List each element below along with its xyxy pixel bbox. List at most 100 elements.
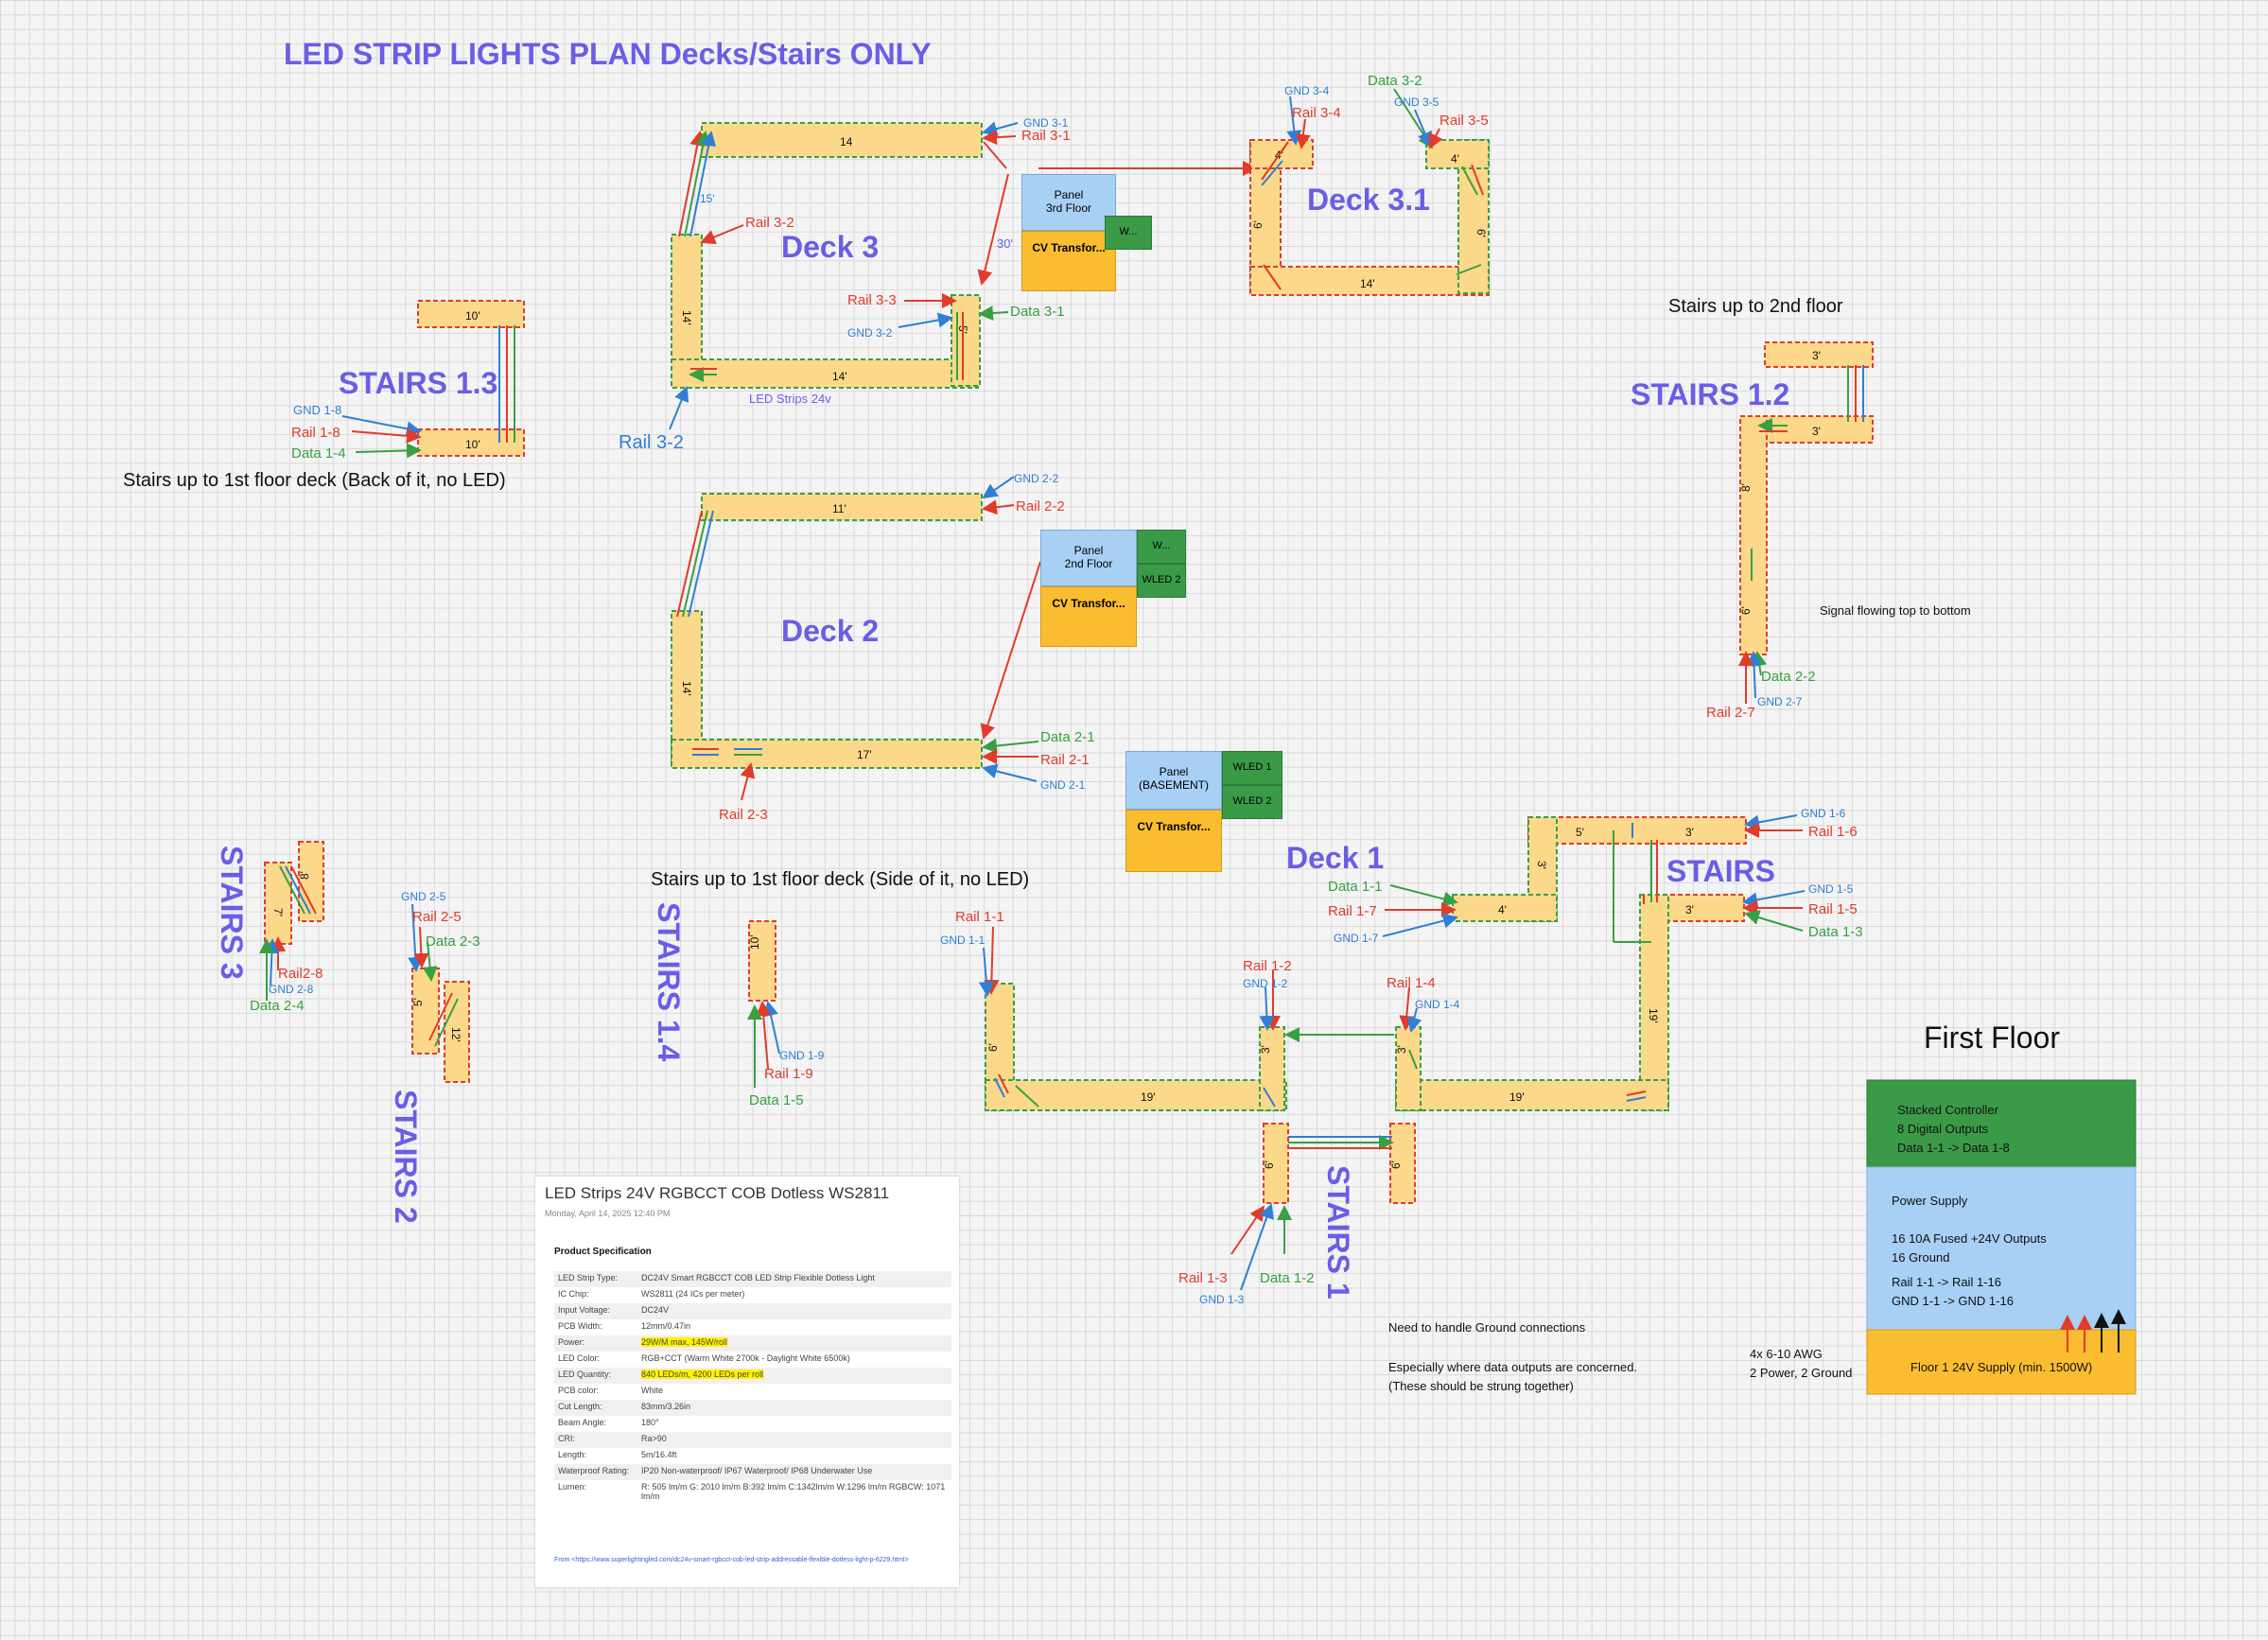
spec-value: 5m/16.4ft: [637, 1448, 951, 1464]
wire-label: Data 2-3: [426, 933, 480, 950]
spec-key: PCB Width:: [558, 1321, 602, 1331]
panel-name: Panel: [1073, 544, 1104, 557]
spec-heading: Product Specification: [554, 1247, 652, 1257]
strip-length-label: 12': [449, 1027, 462, 1042]
strip-length-label: 6': [1251, 220, 1265, 229]
wire-label: GND 1-7: [1334, 932, 1379, 945]
area-label-stairs-1-2: STAIRS 1.2: [1631, 377, 1789, 411]
spec-value-text: White: [641, 1386, 664, 1395]
spec-key: Input Voltage:: [554, 1303, 637, 1319]
spec-value-text: 5m/16.4ft: [641, 1450, 677, 1459]
strip-length-label: 10': [465, 438, 480, 451]
cv-transformer: CV Transfor...: [1040, 586, 1137, 647]
area-label-stairs-1: STAIRS 1: [1321, 1165, 1355, 1300]
strip-length-label: 10': [465, 309, 480, 323]
spec-source-link[interactable]: From <https://www.superlightingled.com/d…: [554, 1557, 933, 1563]
spec-row: Input Voltage: DC24V: [554, 1303, 951, 1319]
wire-label: Rail 2-2: [1016, 498, 1065, 515]
cv-transformer: CV Transfor...: [1125, 810, 1222, 872]
wire-label: Rail 3-4: [1292, 105, 1341, 121]
wire-label: Data 1-3: [1808, 924, 1863, 940]
spec-value-text: DC24V Smart RGBCCT COB LED Strip Flexibl…: [641, 1273, 875, 1282]
cv-transformer: CV Transfor...: [1021, 231, 1116, 291]
area-label-deck-3-1: Deck 3.1: [1307, 183, 1430, 217]
wire-label: Rail 1-5: [1808, 901, 1858, 917]
wire-label: GND 1-6: [1801, 807, 1846, 820]
spec-row: CRI: Ra>90: [554, 1432, 951, 1448]
strip-length-label: 14': [680, 681, 693, 696]
spec-value-text: 29W/M max, 145W/roll: [641, 1337, 728, 1347]
panel-name: Panel: [1159, 765, 1189, 778]
wire-label: Rail 3-3: [847, 292, 897, 308]
strip-length-label: 11': [832, 502, 846, 515]
power-supply-line: GND 1-1 -> GND 1-16: [1892, 1294, 2014, 1308]
area-label-stairs-2: STAIRS 2: [389, 1090, 423, 1224]
wire-label: Rail 2-3: [719, 807, 768, 823]
spec-value-text: 83mm/3.26in: [641, 1402, 691, 1411]
spec-value: 29W/M max, 145W/roll: [637, 1335, 951, 1352]
wire-label: Rail2-8: [278, 966, 323, 982]
spec-key: CRI:: [554, 1432, 637, 1448]
strip-length-label: 17': [857, 748, 872, 761]
wire-label: Rail 3-5: [1439, 113, 1489, 129]
wire-label: Data 3-2: [1368, 73, 1422, 89]
spec-key: Length:: [558, 1450, 587, 1459]
strip: [1395, 1026, 1422, 1111]
wire-label: Rail 1-6: [1808, 824, 1858, 840]
strip-length-label: 6': [1389, 1160, 1403, 1169]
spec-row: Lumen: R: 505 lm/m G: 2010 lm/m B:392 lm/…: [554, 1480, 951, 1503]
wire-label: GND 3-5: [1394, 96, 1439, 109]
deck-1-strips: [985, 816, 1747, 1204]
area-label-deck-1: Deck 1: [1286, 841, 1384, 875]
spec-row: Beam Angle: 180°: [554, 1416, 951, 1432]
wire-label: Rail 1-9: [764, 1066, 813, 1082]
note-ground-3: (These should be strung together): [1388, 1379, 1574, 1393]
strip-length-label: 6': [986, 1043, 1000, 1052]
spec-row: PCB Width: 12mm/0.47in: [554, 1319, 951, 1335]
spec-value-text: R: 505 lm/m G: 2010 lm/m B:392 lm/m C:13…: [641, 1482, 946, 1501]
wire-label: Data 1-1: [1328, 879, 1383, 895]
spec-value: RGB+CCT (Warm White 2700k - Daylight Whi…: [637, 1352, 951, 1368]
controller-line: 8 Digital Outputs: [1897, 1122, 1989, 1136]
strip: [1739, 415, 1768, 655]
spec-value: DC24V: [637, 1303, 951, 1319]
wire-label: Rail 3-2: [745, 215, 794, 231]
wire-label: GND 3-4: [1284, 84, 1330, 97]
led-spec-sheet: LED Strips 24V RGBCCT COB Dotless WS2811…: [535, 1177, 959, 1587]
strip-length-label: 6': [1739, 606, 1753, 615]
wire-label: Rail 2-5: [412, 909, 462, 925]
spec-key: Beam Angle:: [558, 1418, 607, 1427]
wled-controller: WLED 2: [1137, 564, 1186, 598]
strip: [985, 1079, 1287, 1111]
strip-length-label: 19': [1509, 1090, 1525, 1104]
distance-label: 30': [997, 236, 1013, 251]
wire-label: GND 1-8: [293, 403, 341, 417]
wire-label: Data 1-5: [749, 1092, 804, 1108]
spec-value-text: RGB+CCT (Warm White 2700k - Daylight Whi…: [641, 1353, 850, 1363]
strip-length-label: 5': [1576, 826, 1584, 839]
note-stairs-side: Stairs up to 1st floor deck (Side of it,…: [651, 869, 1029, 890]
wire-label: Rail 3-1: [1021, 128, 1071, 144]
strip-length-label: 3': [1685, 903, 1694, 916]
strip-length-label: 3': [1685, 826, 1694, 839]
panel-3rd-floor: Panel 3rd Floor CV Transfor... W...: [1021, 174, 1152, 291]
spec-row: Power: 29W/M max, 145W/roll: [554, 1335, 951, 1352]
area-label-deck-3: Deck 3: [781, 230, 879, 264]
panel-basement: Panel (BASEMENT) CV Transfor... WLED 1 W…: [1125, 751, 1282, 872]
strip: [748, 920, 776, 1002]
strip-length-label: 4': [1451, 152, 1459, 166]
wire-label: Rail 2-7: [1706, 705, 1755, 721]
strip-length-label: 14': [1360, 277, 1375, 290]
strip: [1639, 894, 1669, 1111]
note-awg-1: 4x 6-10 AWG: [1750, 1347, 1823, 1361]
first-floor-heading: First Floor: [1924, 1021, 2060, 1055]
strip: [1527, 816, 1747, 845]
power-supply-line: 16 10A Fused +24V Outputs: [1892, 1231, 2047, 1246]
strip-length-label: 7': [271, 908, 285, 916]
spec-key: IC Chip:: [558, 1289, 589, 1299]
spec-key: LED Color:: [558, 1353, 601, 1363]
power-supply-line: 16 Ground: [1892, 1250, 1949, 1265]
wire-label: GND 1-5: [1808, 882, 1854, 896]
spec-value: WS2811 (24 ICs per meter): [637, 1287, 951, 1303]
controller-line: Data 1-1 -> Data 1-8: [1897, 1141, 2010, 1155]
